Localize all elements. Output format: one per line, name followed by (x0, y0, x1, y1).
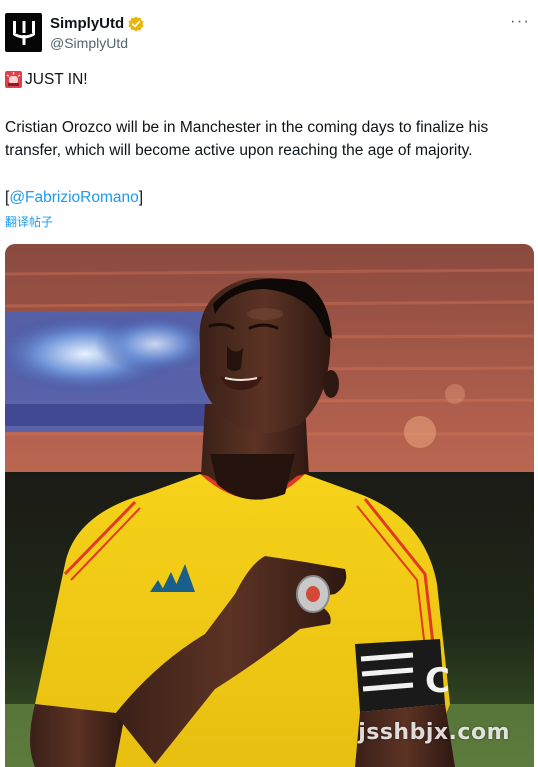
tweet-photo[interactable]: C jsshbjx.com (5, 244, 534, 767)
author-name-row: SimplyUtd (50, 15, 144, 32)
tweet-headline-row: JUST IN! (5, 68, 530, 91)
source-mention-link[interactable]: @FabrizioRomano (9, 189, 138, 206)
author-display-name[interactable]: SimplyUtd (50, 15, 124, 32)
author-handle[interactable]: @SimplyUtd (50, 35, 128, 51)
tweet-source: [@FabrizioRomano] (5, 186, 530, 209)
source-bracket-close: ] (138, 189, 144, 206)
captain-armband-letter: C (425, 661, 450, 701)
avatar[interactable] (5, 13, 42, 52)
tweet-body: Cristian Orozco will be in Manchester in… (5, 119, 489, 159)
verified-badge-icon (128, 16, 144, 31)
trident-logo-icon (12, 20, 35, 45)
player-photo-illustration: C (5, 244, 534, 767)
more-options-icon[interactable]: ··· (510, 12, 530, 29)
tweet-headline: JUST IN! (25, 71, 88, 88)
siren-emoji-icon (5, 71, 22, 88)
watermark-text: jsshbjx.com (358, 720, 510, 745)
translate-post-link[interactable]: 翻译帖子 (5, 213, 53, 230)
